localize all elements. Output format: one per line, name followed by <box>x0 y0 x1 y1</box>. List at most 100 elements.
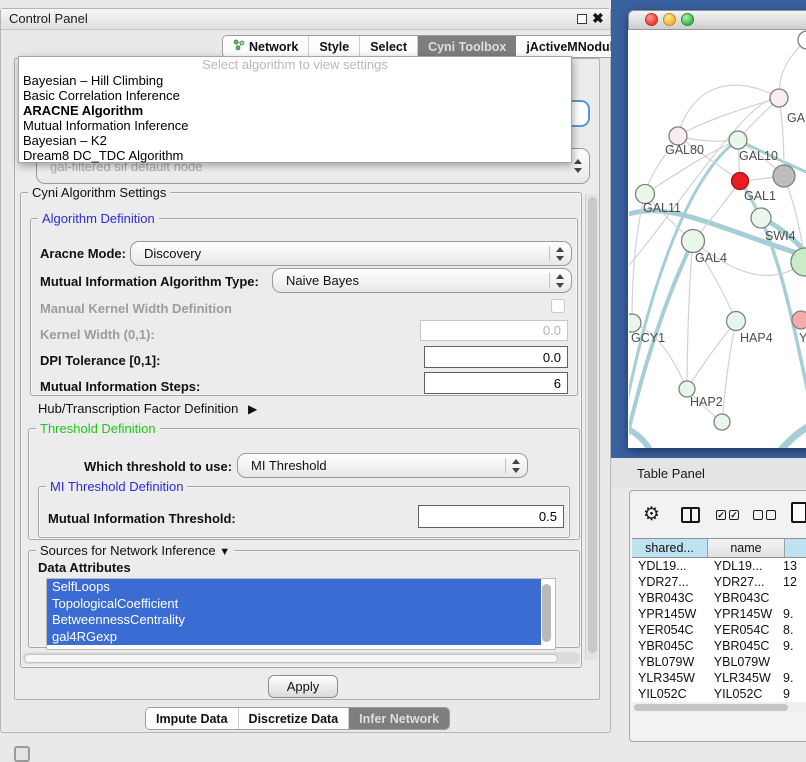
network-node-gal1[interactable] <box>732 173 749 190</box>
aracne-mode-combo[interactable]: Discovery <box>130 241 572 266</box>
table-panel-title: Table Panel <box>637 466 705 481</box>
network-node-gal[interactable] <box>770 89 788 107</box>
mi-threshold-group-title: MI Threshold Definition <box>46 479 187 494</box>
settings-vertical-scrollbar[interactable] <box>585 194 598 660</box>
table-row[interactable]: YBL079WYBL079W <box>632 654 806 670</box>
node-label: GAL4 <box>695 251 727 265</box>
list-item[interactable]: SelfLoops <box>47 579 541 596</box>
combo-divider <box>505 458 506 473</box>
network-edge <box>629 140 738 422</box>
tab-impute-data[interactable]: Impute Data <box>146 708 239 729</box>
data-attributes-list[interactable]: SelfLoops TopologicalCoefficient Between… <box>46 578 556 650</box>
bottom-tabs: Impute Data Discretize Data Infer Networ… <box>145 707 450 730</box>
which-threshold-value: MI Threshold <box>251 458 327 473</box>
mac-minimize-button[interactable] <box>663 13 676 26</box>
network-node-hap4[interactable] <box>727 312 746 331</box>
tab-label: Network <box>249 40 298 54</box>
dpi-tolerance-field[interactable]: 0.0 <box>424 346 568 368</box>
table-row[interactable]: YBR043CYBR043C <box>632 590 806 606</box>
network-node-y[interactable] <box>792 311 806 329</box>
mi-steps-label: Mutual Information Steps: <box>40 379 200 394</box>
scrollbar-thumb[interactable] <box>24 654 558 663</box>
node-label: GAL11 <box>643 201 681 215</box>
algorithm-option[interactable]: Mutual Information Inference <box>19 118 571 133</box>
network-node[interactable] <box>798 31 806 49</box>
network-node-gal4[interactable] <box>682 230 705 253</box>
column-header-shared-name[interactable]: shared... <box>632 538 708 558</box>
deselect-all-icon[interactable] <box>753 510 776 520</box>
tab-network[interactable]: Network <box>223 36 309 57</box>
tab-cyni-toolbox[interactable]: Cyni Toolbox <box>418 36 516 57</box>
mi-algorithm-type-combo[interactable]: Naive Bayes <box>272 268 572 293</box>
network-view-content[interactable]: GALGAL80GAL10GAL1GAL11SWI4GAL4GCY1HAP4YH… <box>629 30 806 448</box>
collapse-down-icon[interactable]: ▼ <box>219 546 230 558</box>
aracne-mode-label: Aracne Mode: <box>40 246 126 261</box>
table-row[interactable]: YPR145WYPR145W9. <box>632 606 806 622</box>
network-node[interactable] <box>773 165 795 187</box>
node-label: GAL1 <box>744 189 776 203</box>
select-all-icon[interactable]: ✓ ✓ <box>716 510 739 520</box>
hub-definition-toggle[interactable]: Hub/Transcription Factor Definition ▶ <box>38 401 257 416</box>
aracne-mode-value: Discovery <box>144 246 201 261</box>
expand-right-icon[interactable]: ▶ <box>248 402 257 416</box>
algorithm-option[interactable]: Dream8 DC_TDC Algorithm <box>19 148 571 163</box>
network-edge <box>779 98 784 176</box>
list-item[interactable]: TopologicalCoefficient <box>47 596 541 613</box>
network-node[interactable] <box>714 414 730 430</box>
tab-select[interactable]: Select <box>360 36 418 57</box>
minimized-panel-icon[interactable] <box>14 746 30 762</box>
algorithm-option[interactable]: Bayesian – K2 <box>19 133 571 148</box>
network-edge <box>629 426 653 448</box>
mac-zoom-button[interactable] <box>681 13 694 26</box>
new-document-icon[interactable] <box>791 502 806 523</box>
control-panel-titlebar[interactable] <box>1 9 610 30</box>
manual-kernel-checkbox[interactable] <box>551 299 565 313</box>
mi-algorithm-type-label: Mutual Information Algorithm Type: <box>40 274 259 289</box>
which-threshold-combo[interactable]: MI Threshold <box>237 453 528 478</box>
split-column-view-icon[interactable] <box>681 507 700 523</box>
network-node-gcy1[interactable] <box>629 314 641 332</box>
column-header-clipped[interactable] <box>785 538 806 558</box>
kernel-width-field[interactable]: 0.0 <box>420 320 568 341</box>
close-panel-icon[interactable]: ✖ <box>592 10 604 27</box>
algorithm-option[interactable]: Basic Correlation Inference <box>19 88 571 103</box>
scrollbar-thumb[interactable] <box>588 197 597 653</box>
table-row[interactable]: YBR045CYBR045C9. <box>632 638 806 654</box>
tab-style[interactable]: Style <box>309 36 360 57</box>
sources-group-title[interactable]: Sources for Network Inference ▼ <box>36 543 234 558</box>
network-edge <box>740 181 806 435</box>
combo-divider <box>549 273 550 288</box>
table-row[interactable]: YLR345WYLR345W9. <box>632 670 806 686</box>
table-row[interactable]: YER054CYER054C8. <box>632 622 806 638</box>
float-window-icon[interactable] <box>577 14 587 24</box>
column-header-name[interactable]: name <box>708 538 785 558</box>
apply-button[interactable]: Apply <box>268 675 338 698</box>
scrollbar-thumb[interactable] <box>634 704 788 711</box>
table-row[interactable]: YDR27...YDR27...12 <box>632 574 806 590</box>
mi-threshold-field[interactable]: 0.5 <box>418 505 564 528</box>
algorithm-option-selected[interactable]: ARACNE Algorithm <box>19 103 571 118</box>
network-node-gal10[interactable] <box>729 131 747 149</box>
settings-gear-icon[interactable]: ⚙ <box>643 503 660 526</box>
table-horizontal-scrollbar[interactable] <box>632 702 806 712</box>
table-row[interactable]: YDL19...YDL19...13 <box>632 558 806 574</box>
list-scrollbar-thumb[interactable] <box>542 584 551 642</box>
table-cell: 9. <box>778 638 806 654</box>
node-label: HAP4 <box>740 331 773 345</box>
network-node-swi4[interactable] <box>751 208 771 228</box>
tab-discretize-data[interactable]: Discretize Data <box>239 708 350 729</box>
node-table-body[interactable]: YDL19...YDL19...13YDR27...YDR27...12YBR0… <box>632 558 806 702</box>
list-item[interactable]: gal4RGexp <box>47 629 541 646</box>
table-cell: YPR145W <box>632 606 708 622</box>
table-cell: YIL052C <box>632 686 708 702</box>
algorithm-option[interactable]: Bayesian – Hill Climbing <box>19 73 571 88</box>
network-edge <box>777 418 806 448</box>
icon-divider <box>690 509 692 521</box>
mi-steps-field[interactable]: 6 <box>424 372 568 394</box>
tab-infer-network[interactable]: Infer Network <box>349 708 449 729</box>
list-item[interactable]: BetweennessCentrality <box>47 612 541 629</box>
settings-horizontal-scrollbar[interactable] <box>22 652 580 664</box>
mac-close-button[interactable] <box>645 13 658 26</box>
table-row[interactable]: YIL052CYIL052C9 <box>632 686 806 702</box>
tab-label: Discretize Data <box>249 712 339 726</box>
